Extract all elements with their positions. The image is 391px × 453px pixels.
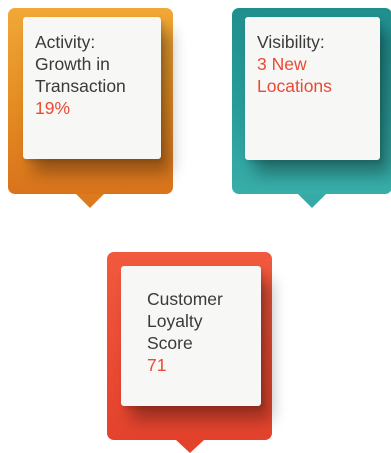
loyalty-label: Customer Loyalty Score [147, 289, 223, 353]
activity-value: 19% [35, 98, 71, 118]
activity-card: Activity: Growth in Transaction 19% [23, 17, 161, 159]
loyalty-card: Customer Loyalty Score 71 [121, 266, 261, 406]
activity-pointer [76, 194, 104, 208]
activity-label: Activity: Growth in Transaction [35, 32, 126, 96]
visibility-value: 3 New Locations [257, 54, 332, 96]
visibility-pointer [298, 194, 326, 208]
visibility-label: Visibility: [257, 32, 325, 52]
loyalty-value: 71 [147, 355, 167, 375]
loyalty-pointer [176, 440, 204, 453]
visibility-card: Visibility: 3 New Locations [245, 17, 380, 160]
